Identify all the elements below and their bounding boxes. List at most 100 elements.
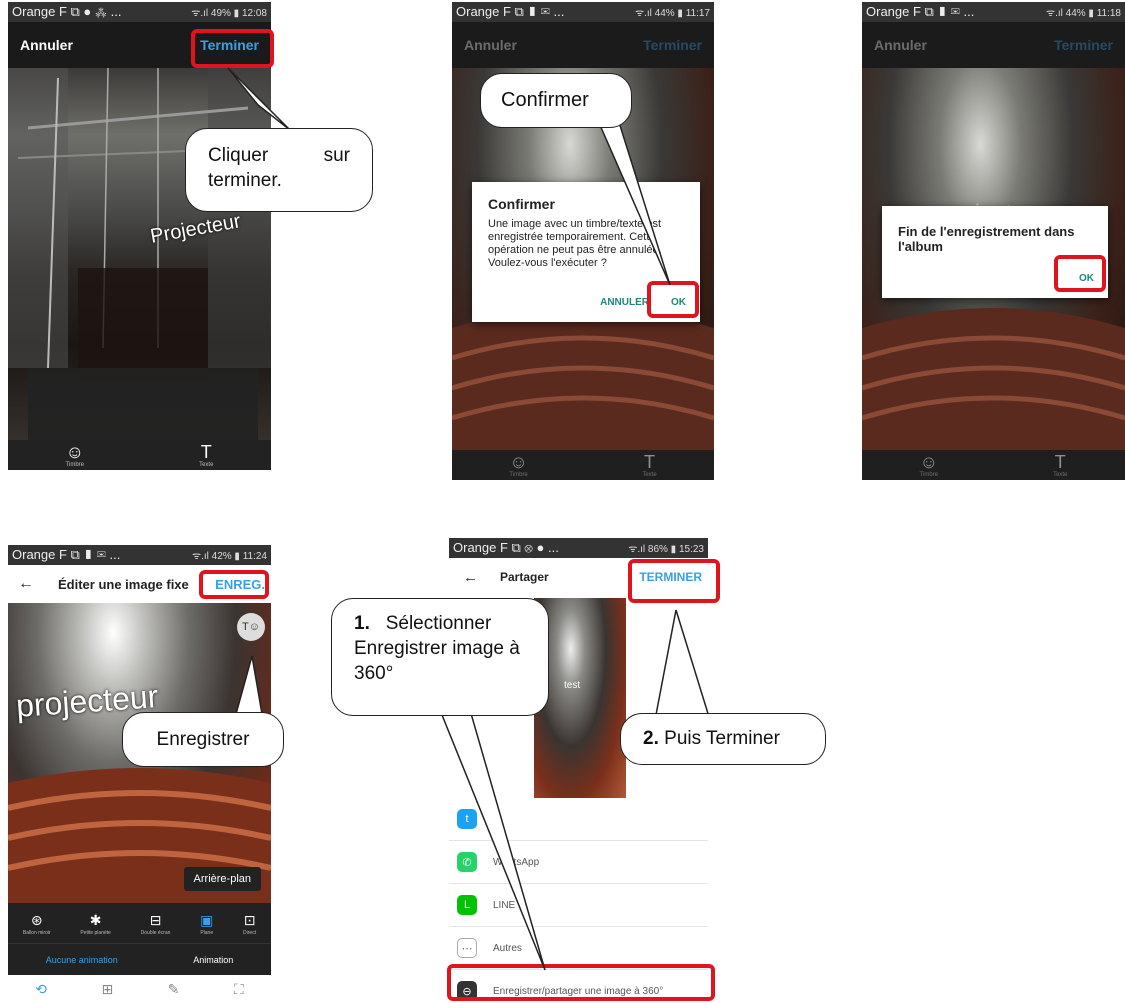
rotate-icon[interactable]: ⟲ (35, 981, 47, 998)
text-icon: T (1054, 452, 1066, 472)
callout-confirm: Confirmer (480, 73, 632, 128)
line-icon: L (457, 895, 477, 915)
cancel-button[interactable]: Annuler (464, 37, 517, 53)
share-item-line[interactable]: L LINE (449, 884, 708, 927)
finish-button[interactable]: Terminer (1054, 37, 1113, 53)
highlight-finish (191, 29, 274, 68)
view-mode-bar: ⊛ Ballon miroir ✱ Petite planète ⊟ Double é… (8, 903, 271, 943)
dialog-message: Une image avec un timbre/texte est enreg… (488, 218, 662, 269)
highlight-ok-saved (1054, 255, 1106, 292)
carrier-text: Orange F ⧉ ▮ ✉ ... (866, 4, 975, 19)
smiley-icon: ☺ (919, 452, 938, 472)
callout-step-number: 1. (354, 613, 370, 634)
tab-no-animation[interactable]: Aucune animation (46, 955, 118, 965)
cancel-button[interactable]: Annuler (874, 37, 927, 53)
page-title: Éditer une image fixe (58, 576, 189, 592)
tool-stamp[interactable]: ☺ Timbre (66, 442, 84, 468)
tool-label: Timbre (919, 472, 938, 478)
finish-button[interactable]: Terminer (643, 37, 702, 53)
callout-step-number: 2. (643, 728, 659, 749)
status-right: ᯤ.ıl 44% ▮ 11:17 (634, 8, 710, 19)
magic-wand-icon[interactable]: ✎ (168, 981, 180, 998)
share-label: WhatsApp (493, 856, 540, 868)
callout-text: Confirmer (501, 89, 589, 111)
view-mirror-ball[interactable]: ⊛ Ballon miroir (23, 910, 51, 936)
tool-stamp[interactable]: ☺ Timbre (509, 452, 527, 478)
view-direct[interactable]: ⊡ Direct (243, 910, 256, 936)
animation-tabs: Aucune animation Animation (8, 943, 271, 975)
tool-bar: ☺ Timbre T Texte (862, 450, 1125, 480)
tool-label: Texte (199, 462, 214, 468)
status-bar: Orange F ⧉ ▮ ✉ ... ᯤ.ıl 44% ▮ 11:17 (452, 2, 714, 22)
status-bar: Orange F ⧉ ⊗ ● ... ᯤ.ıl 86% ▮ 15:23 (449, 538, 708, 558)
view-little-planet[interactable]: ✱ Petite planète (80, 910, 111, 936)
status-bar: Orange F ⧉ ▮ ✉ ... ᯤ.ıl 44% ▮ 11:18 (862, 2, 1125, 22)
little-planet-icon: ✱ (89, 912, 102, 928)
callout-then-finish: 2. Puis Terminer (620, 713, 826, 765)
top-bar: Annuler Terminer (452, 22, 714, 68)
callout-select-360: 1. Sélectionner Enregistrer image à 360° (331, 598, 549, 716)
callout-click-finish: Cliquer sur terminer. (185, 128, 373, 212)
smiley-icon: ☺ (65, 442, 84, 462)
highlight-save-360 (447, 964, 715, 1001)
carrier-text: Orange F ⧉ ● ⁂ ... (12, 4, 122, 19)
back-arrow-icon[interactable]: ← (18, 575, 34, 593)
tool-label: Timbre (65, 462, 84, 468)
mirror-ball-icon: ⊛ (30, 912, 43, 928)
whatsapp-icon: ✆ (457, 852, 477, 872)
background-button[interactable]: Arrière-plan (183, 867, 261, 891)
tab-animation[interactable]: Animation (193, 955, 233, 965)
dialog-cancel-button[interactable]: ANNULER (600, 297, 649, 308)
view-label: Direct (243, 930, 257, 936)
view-double-screen[interactable]: ⊟ Double écran (141, 910, 171, 936)
highlight-terminer (628, 559, 720, 603)
page-title: Partager (500, 570, 549, 584)
tool-text[interactable]: T Texte (1053, 452, 1067, 478)
carrier-text: Orange F ⧉ ⊗ ● ... (453, 540, 559, 555)
screen-1: Orange F ⧉ ● ⁂ ... ᯤ.ıl 49% ▮ 12:08 Annu… (8, 2, 271, 470)
tool-label: Timbre (509, 472, 528, 478)
highlight-save (199, 570, 269, 599)
status-right: ᯤ.ıl 42% ▮ 11:24 (191, 551, 267, 562)
photo-preview: Projecteur (8, 68, 271, 440)
tool-text[interactable]: T Texte (199, 442, 213, 468)
share-label: LINE (493, 899, 516, 911)
add-frame-icon[interactable]: ⊞ (101, 981, 113, 998)
text-icon: T (644, 452, 656, 472)
view-plane[interactable]: ▣ Plane (200, 910, 213, 936)
text-icon: T (200, 442, 212, 462)
fullscreen-icon[interactable]: ⛶ (234, 981, 244, 998)
back-arrow-icon[interactable]: ← (463, 569, 478, 586)
status-bar: Orange F ⧉ ▮ ✉ ... ᯤ.ıl 42% ▮ 11:24 (8, 545, 271, 565)
view-label: Petite planète (80, 930, 111, 936)
view-label: Double écran (140, 930, 171, 936)
tool-label: Texte (1053, 472, 1068, 478)
status-right: ᯤ.ıl 44% ▮ 11:18 (1045, 8, 1121, 19)
share-item-whatsapp[interactable]: ✆ WhatsApp (449, 841, 708, 884)
callout-save: Enregistrer (122, 712, 284, 767)
tool-bar: ☺ Timbre T Texte (8, 440, 271, 470)
stamp-text-button[interactable]: T☺ (237, 613, 265, 641)
callout-text: Puis Terminer (664, 728, 780, 749)
view-label: Ballon miroir (22, 930, 51, 936)
cancel-button[interactable]: Annuler (20, 37, 73, 53)
edit-toolbar: ⟲ ⊞ ✎ ⛶ (8, 975, 271, 1003)
screen-4: Orange F ⧉ ▮ ✉ ... ᯤ.ıl 42% ▮ 11:24 ← Éd… (8, 545, 271, 1003)
share-label: Autres (493, 942, 522, 954)
highlight-ok-confirm (647, 281, 699, 318)
text-stamp-icon: T☺ (242, 621, 260, 633)
dialog-title: Confirmer (488, 196, 555, 212)
status-right: ᯤ.ıl 86% ▮ 15:23 (628, 544, 704, 555)
photo-structure (8, 68, 271, 440)
dialog-title: Fin de l'enregistrement dans l'album (898, 224, 1075, 254)
double-screen-icon: ⊟ (149, 912, 162, 928)
tool-stamp[interactable]: ☺ Timbre (920, 452, 938, 478)
callout-text: Sélectionner Enregistrer image à 360° (354, 613, 520, 684)
share-item-twitter[interactable]: t (449, 798, 708, 841)
tool-text[interactable]: T Texte (642, 452, 656, 478)
status-bar: Orange F ⧉ ● ⁂ ... ᯤ.ıl 49% ▮ 12:08 (8, 2, 271, 22)
view-label: Plane (200, 930, 214, 936)
callout-text: Cliquer sur terminer. (208, 145, 350, 191)
smiley-icon: ☺ (509, 452, 528, 472)
carrier-text: Orange F ⧉ ▮ ✉ ... (12, 547, 121, 562)
